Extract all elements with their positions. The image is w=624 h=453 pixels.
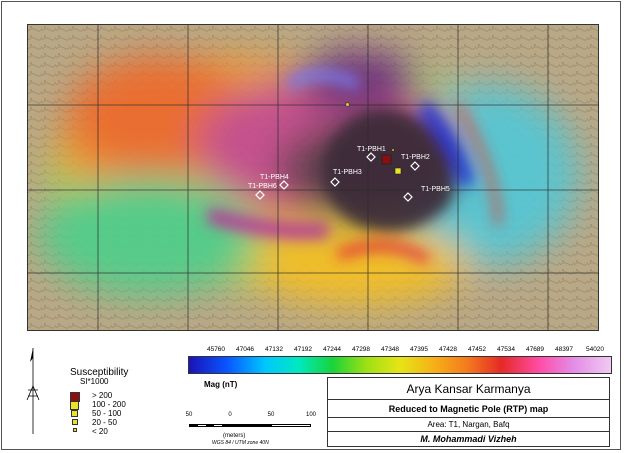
borehole-label-pbh1: T1-PBH1: [357, 146, 386, 153]
legend-label-gt200: > 200: [92, 391, 113, 400]
legend-label-50-100: 50 - 100: [92, 409, 122, 418]
legend-swatch-lt20: [73, 428, 77, 432]
projection-label: WGS 84 / UTM zone 40N: [212, 440, 269, 446]
colorbar-label: Mag (nT): [204, 380, 238, 389]
colorbar-tick: 47689: [525, 346, 545, 353]
sample-susceptibility-gt200[interactable]: [381, 154, 392, 165]
scale-bar-segment: [230, 424, 271, 427]
borehole-label-pbh2: T1-PBH2: [401, 154, 430, 161]
sample-susceptibility-lt20[interactable]: [391, 148, 395, 152]
susceptibility-legend-units: SI*1000: [80, 377, 109, 386]
area-label: Area: T1, Nargan, Bafq: [328, 418, 609, 432]
scale-bar: 50 0 50 100 (meters) WGS 84 / UTM zone 4…: [185, 412, 317, 446]
colorbar-tick: 47298: [351, 346, 371, 353]
scale-units: (meters): [223, 433, 246, 439]
sample-susceptibility-100-200[interactable]: [394, 167, 402, 175]
legend-label-20-50: 20 - 50: [92, 418, 117, 427]
colorbar-tick: 47348: [380, 346, 400, 353]
legend-label-100-200: 100 - 200: [92, 400, 126, 409]
colorbar-tick: 45760: [206, 346, 226, 353]
borehole-label-pbh4: T1-PBH4: [260, 174, 289, 181]
scale-bar-segment: [271, 424, 311, 427]
legend-swatch-100-200: [70, 401, 79, 410]
borehole-label-pbh6: T1-PBH6: [248, 183, 277, 190]
scale-label: 50: [185, 412, 193, 418]
colorbar-tick: 47046: [235, 346, 255, 353]
colorbar-gradient: [188, 356, 612, 374]
legend-swatch-20-50: [72, 419, 78, 425]
scale-bar-segment: [189, 424, 230, 427]
colorbar-tick: 48397: [554, 346, 574, 353]
colorbar-tick: 47244: [322, 346, 342, 353]
map-title: Reduced to Magnetic Pole (RTP) map: [328, 400, 609, 418]
colorbar-tick: 47395: [409, 346, 429, 353]
colorbar-tick: 47192: [293, 346, 313, 353]
scale-label: 50: [267, 412, 275, 418]
sample-susceptibility-small[interactable]: [345, 102, 350, 107]
borehole-label-pbh3: T1-PBH3: [333, 169, 362, 176]
title-block: Arya Kansar Karmanya Reduced to Magnetic…: [327, 377, 610, 447]
map-svg: T1-PBH1 T1-PBH2 T1-PBH3 T1-PBH4 T1-PBH5 …: [28, 25, 598, 330]
legend-label-lt20: < 20: [92, 427, 108, 436]
author-name: M. Mohammadi Vizheh: [420, 434, 517, 444]
legend-swatch-50-100: [71, 410, 78, 417]
north-arrow-icon: [26, 348, 40, 434]
company-name: Arya Kansar Karmanya: [328, 378, 609, 400]
scale-label: 100: [305, 412, 317, 418]
borehole-label-pbh5: T1-PBH5: [421, 186, 450, 193]
colorbar-tick: 47428: [438, 346, 458, 353]
colorbar-tick: 47452: [467, 346, 487, 353]
rtp-map-canvas[interactable]: T1-PBH1 T1-PBH2 T1-PBH3 T1-PBH4 T1-PBH5 …: [27, 24, 599, 331]
scale-label: 0: [228, 412, 232, 418]
colorbar-tick: 47534: [496, 346, 516, 353]
colorbar-tick: 47132: [264, 346, 284, 353]
colorbar-tick: 54020: [585, 346, 605, 353]
